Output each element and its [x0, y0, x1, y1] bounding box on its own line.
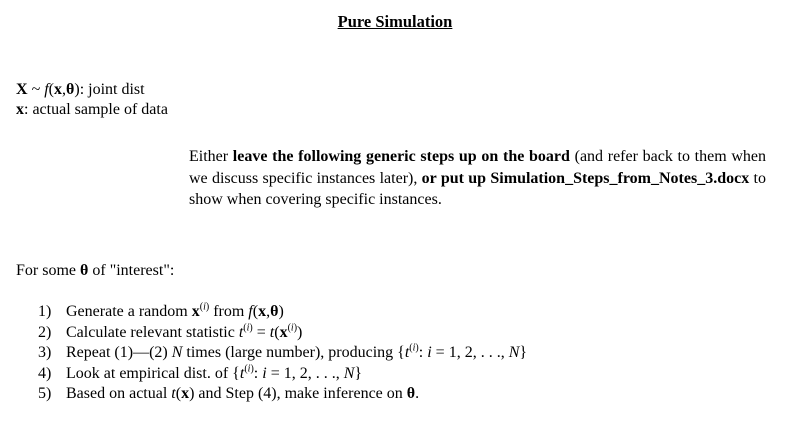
note-emphasis-1: leave the following generic steps up on … — [232, 148, 570, 165]
definitions: X ~ f(x,θ): joint dist x: actual sample … — [16, 80, 168, 120]
step-5: 5) Based on actual t(x) and Step (4), mak… — [38, 385, 420, 402]
step-2: 2) Calculate relevant statistic t(i) = t(… — [38, 322, 303, 341]
definition-joint-dist: X ~ f(x,θ): joint dist — [16, 81, 145, 98]
step-1: 1) Generate a random x(i) from f(x,θ) — [38, 301, 284, 320]
definition-sample: x: actual sample of data — [16, 101, 168, 118]
step-4: 4) Look at empirical dist. of {t(i): i = … — [38, 363, 363, 382]
note-emphasis-2: or put up Simulation_Steps_from_Notes_3.… — [421, 169, 750, 187]
interest-line: For some θ of "interest": — [16, 262, 175, 279]
step-3: 3) Repeat (1)—(2) N times (large number),… — [38, 342, 528, 361]
instructor-note: Either leave the following generic steps… — [189, 148, 767, 208]
steps-list: 1) Generate a random x(i) from f(x,θ) 2) C… — [38, 302, 527, 405]
page-title: Pure Simulation — [337, 12, 453, 31]
